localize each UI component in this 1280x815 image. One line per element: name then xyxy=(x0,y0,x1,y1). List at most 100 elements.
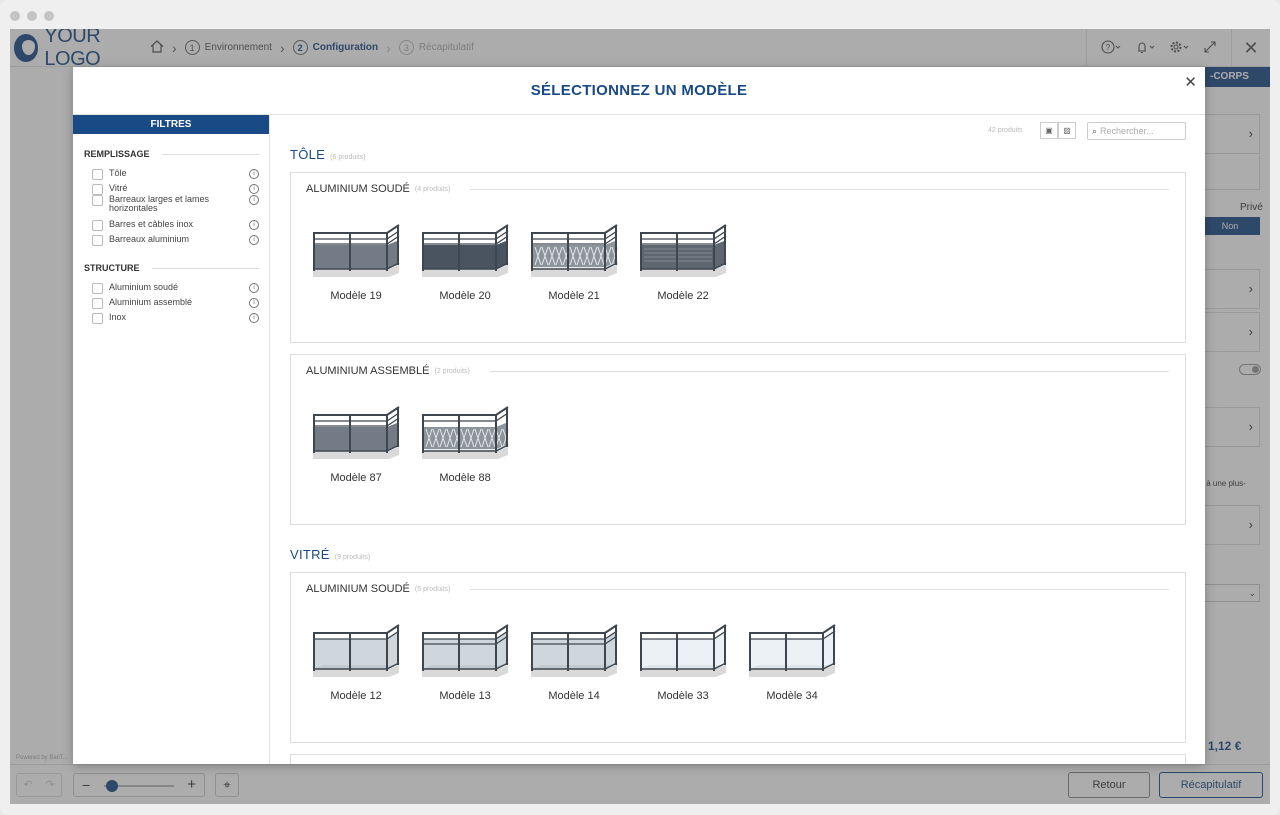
filter-option[interactable]: Inox i xyxy=(92,313,259,324)
product-card[interactable]: Modèle 21 xyxy=(529,213,619,302)
filter-option-label: Inox xyxy=(109,312,127,322)
railing-thumbnail xyxy=(422,224,509,277)
window-minimize-dot[interactable] xyxy=(27,11,37,21)
filter-option-label: Vitré xyxy=(109,183,128,193)
product-card[interactable]: Modèle 87 xyxy=(311,395,401,484)
product-card[interactable]: Modèle 19 xyxy=(311,213,401,302)
filter-option[interactable]: Aluminium assemblé i xyxy=(92,298,259,309)
product-group: ALUMINIUM SOUDÉ (5 produits) Modèle 12 Modè… xyxy=(290,572,1186,743)
category-name: TÔLE xyxy=(290,147,326,162)
info-icon[interactable]: i xyxy=(249,220,259,230)
product-group: ALUMINIUM ASSEMBLÉ (2 produits) Modèle 87 M… xyxy=(290,354,1186,525)
filter-checkbox[interactable] xyxy=(92,169,103,180)
large-thumbnail-view-icon[interactable]: ▨ xyxy=(1058,122,1076,139)
model-selection-modal: SÉLECTIONNEZ UN MODÈLE ✕ FILTRES REMPLIS… xyxy=(73,67,1205,764)
window-maximize-dot[interactable] xyxy=(44,11,54,21)
railing-thumbnail xyxy=(749,624,836,677)
modal-title: SÉLECTIONNEZ UN MODÈLE xyxy=(530,82,748,99)
product-card[interactable]: Modèle 34 xyxy=(747,613,837,702)
railing-thumbnail xyxy=(640,624,727,677)
product-card[interactable]: Modèle 22 xyxy=(638,213,728,302)
filters-panel: FILTRES REMPLISSAGE Tôle i Vitré i Barreaux l… xyxy=(73,115,270,764)
group-count: (2 produits) xyxy=(434,367,470,375)
product-group-partial xyxy=(290,754,1186,764)
product-list: Modèle 12 Modèle 13 Modèle 14 Modèle 33 Modè… xyxy=(311,613,837,702)
group-name: ALUMINIUM SOUDÉ xyxy=(306,183,410,195)
product-name: Modèle 33 xyxy=(657,690,709,702)
modal-close-icon[interactable]: ✕ xyxy=(1184,73,1197,91)
railing-thumbnail xyxy=(531,224,619,277)
info-icon[interactable]: i xyxy=(249,169,259,179)
filter-checkbox[interactable] xyxy=(92,298,103,309)
filter-checkbox[interactable] xyxy=(92,235,103,246)
modal-backdrop-top xyxy=(10,29,1270,67)
info-icon[interactable]: i xyxy=(249,184,259,194)
product-name: Modèle 19 xyxy=(330,290,382,302)
group-name: ALUMINIUM SOUDÉ xyxy=(306,583,410,595)
filter-option-label: Barreaux aluminium xyxy=(109,234,190,244)
product-name: Modèle 88 xyxy=(439,472,491,484)
search-placeholder: Rechercher... xyxy=(1100,126,1154,136)
filter-option-label: Tôle xyxy=(109,168,127,178)
product-group-title: ALUMINIUM SOUDÉ (4 produits) xyxy=(306,183,1169,195)
railing-thumbnail xyxy=(422,624,509,677)
railing-thumbnail xyxy=(640,224,727,277)
product-card[interactable]: Modèle 12 xyxy=(311,613,401,702)
info-icon[interactable]: i xyxy=(249,313,259,323)
filter-section-title: REMPLISSAGE xyxy=(84,149,259,159)
filter-checkbox[interactable] xyxy=(92,283,103,294)
filter-checkbox[interactable] xyxy=(92,184,103,195)
category-name: VITRÉ xyxy=(290,547,330,562)
info-icon[interactable]: i xyxy=(249,235,259,245)
product-list: Modèle 87 Modèle 88 xyxy=(311,395,510,484)
filter-option[interactable]: Tôle i xyxy=(92,169,259,180)
info-icon[interactable]: i xyxy=(249,298,259,308)
product-name: Modèle 12 xyxy=(330,690,382,702)
product-group-title: ALUMINIUM SOUDÉ (5 produits) xyxy=(306,583,1169,595)
category-title: VITRÉ (9 produits) xyxy=(290,547,370,562)
small-thumbnail-view-icon[interactable]: ▣ xyxy=(1040,122,1058,139)
filter-checkbox[interactable] xyxy=(92,313,103,324)
filter-option-label: Aluminium assemblé xyxy=(109,297,193,307)
railing-thumbnail xyxy=(313,224,400,277)
product-card[interactable]: Modèle 33 xyxy=(638,613,728,702)
filter-option-label: Barres et câbles inox xyxy=(109,219,194,229)
filter-option[interactable]: Barres et câbles inox i xyxy=(92,220,259,231)
product-name: Modèle 87 xyxy=(330,472,382,484)
filter-option[interactable]: Barreaux aluminium i xyxy=(92,235,259,246)
search-input[interactable]: ⌕ Rechercher... xyxy=(1087,122,1186,140)
product-card[interactable]: Modèle 13 xyxy=(420,613,510,702)
railing-thumbnail xyxy=(531,624,618,677)
modal-backdrop-bottom xyxy=(10,764,1270,804)
app-window: YOUR LOGO › 1 Environnement › 2 Configur… xyxy=(0,0,1280,815)
railing-thumbnail xyxy=(313,624,400,677)
modal-header: SÉLECTIONNEZ UN MODÈLE ✕ xyxy=(73,67,1205,115)
group-count: (4 produits) xyxy=(414,185,451,193)
group-name: ALUMINIUM ASSEMBLÉ xyxy=(306,365,430,377)
category-title: TÔLE (6 produits) xyxy=(290,147,366,162)
filter-option[interactable]: Aluminium soudé i xyxy=(92,283,259,294)
product-name: Modèle 21 xyxy=(548,290,600,302)
product-card[interactable]: Modèle 88 xyxy=(420,395,510,484)
product-list: Modèle 19 Modèle 20 Modèle 21 Modèle 22 xyxy=(311,213,728,302)
configurator-app: YOUR LOGO › 1 Environnement › 2 Configur… xyxy=(10,29,1270,804)
filters-header: FILTRES xyxy=(73,115,269,134)
window-controls xyxy=(10,11,54,21)
search-icon: ⌕ xyxy=(1092,126,1098,136)
railing-thumbnail xyxy=(313,406,400,459)
product-card[interactable]: Modèle 20 xyxy=(420,213,510,302)
product-group-title: ALUMINIUM ASSEMBLÉ (2 produits) xyxy=(306,365,1169,377)
product-card[interactable]: Modèle 14 xyxy=(529,613,619,702)
info-icon[interactable]: i xyxy=(249,195,259,205)
category-count: (9 produits) xyxy=(334,554,371,561)
filter-checkbox[interactable] xyxy=(92,195,103,206)
catalog-content: 42 produits ▣ ▨ ⌕ Rechercher... TÔLE (6 pr… xyxy=(270,115,1205,764)
filter-checkbox[interactable] xyxy=(92,220,103,231)
railing-thumbnail xyxy=(422,406,510,459)
product-name: Modèle 34 xyxy=(766,690,818,702)
info-icon[interactable]: i xyxy=(249,283,259,293)
filter-option-label: Aluminium soudé xyxy=(109,282,179,292)
filter-option[interactable]: Barreaux larges et lames horizontales i xyxy=(92,195,259,213)
window-close-dot[interactable] xyxy=(10,11,20,21)
product-name: Modèle 13 xyxy=(439,690,491,702)
